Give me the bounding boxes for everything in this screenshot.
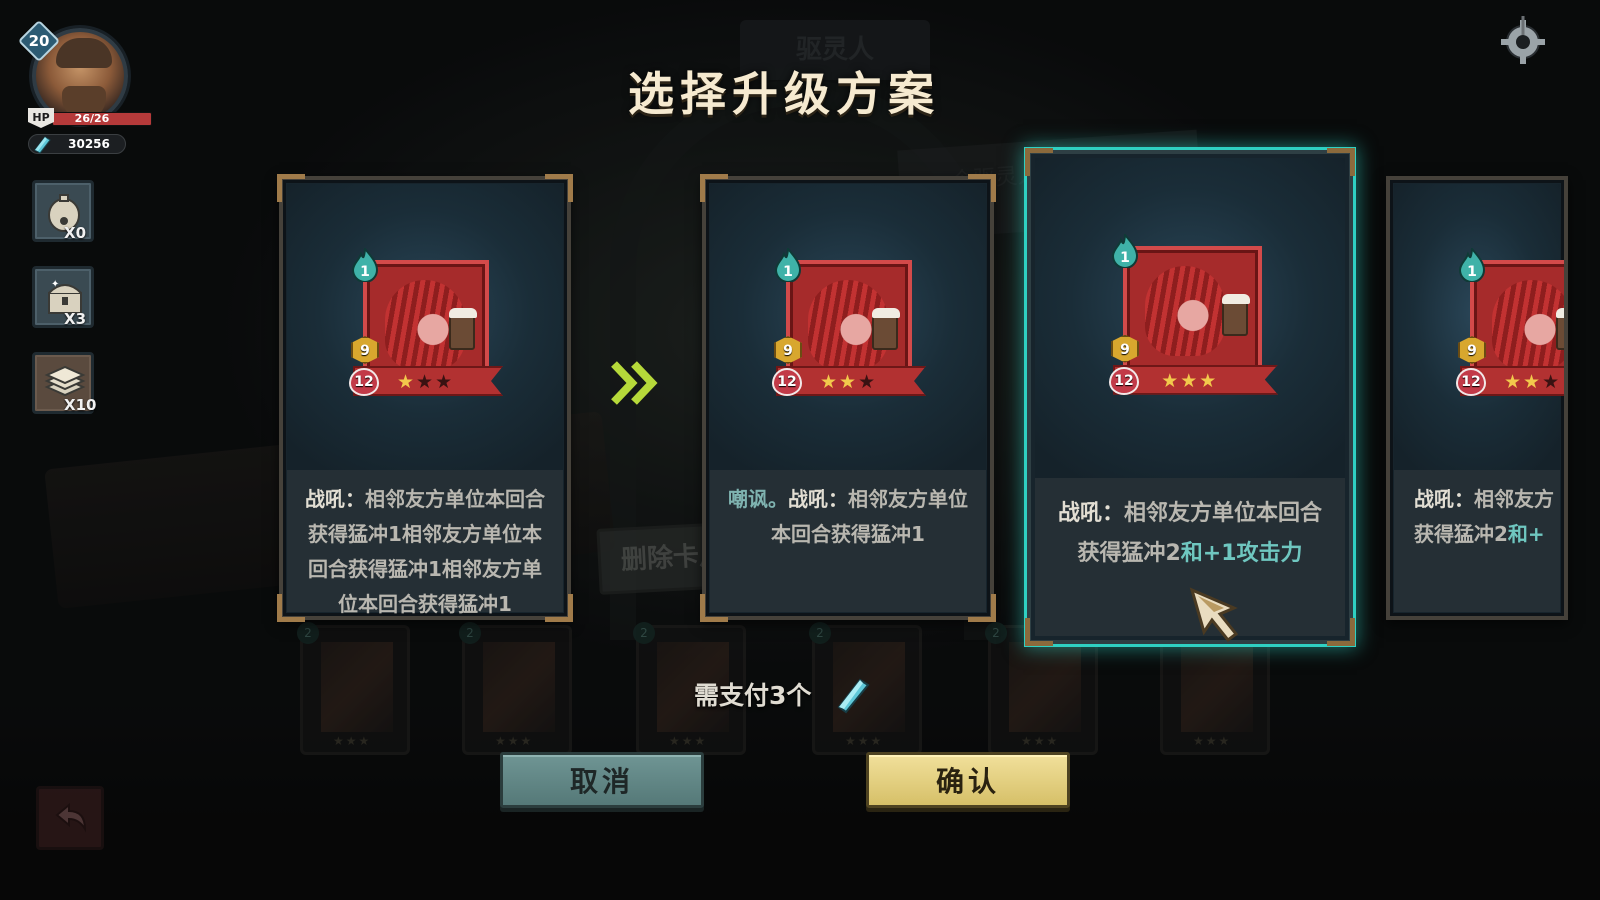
star-rating: ★★★ <box>1161 370 1218 392</box>
health-badge: 12 <box>1456 368 1486 396</box>
star-filled-icon: ★ <box>820 371 840 393</box>
upgrade-card-upgrade-c[interactable]: ★★★ 1 9 12 战吼：相邻友方 获得猛冲2和+ <box>1386 176 1568 620</box>
star-empty-icon: ★ <box>1542 371 1562 393</box>
unit-mug <box>1556 308 1564 350</box>
keyword-battlecry: 战吼： <box>1057 501 1124 526</box>
star-rating: ★★★ <box>820 371 877 393</box>
card-cost: 1 <box>1120 250 1130 266</box>
star-filled-icon: ★ <box>839 371 859 393</box>
star-rating: ★★★ <box>1504 371 1561 393</box>
upgrade-card-current[interactable]: ★★★ 1 9 12 战吼：相邻友方单位本回合获得猛冲1相邻友方单位本回合获得猛冲1相邻… <box>277 174 573 622</box>
star-empty-icon: ★ <box>435 371 455 393</box>
health-badge: 12 <box>1109 366 1139 395</box>
player-level: 20 <box>28 32 50 50</box>
pointer-cursor-icon <box>1189 587 1239 642</box>
unit-mug <box>1221 294 1250 336</box>
keyword-taunt: 嘲讽。 <box>728 487 788 511</box>
star-filled-icon: ★ <box>1180 369 1200 392</box>
currency-amount: 30256 <box>68 137 110 151</box>
card-description: 战吼：相邻友方单位本回合获得猛冲1相邻友方单位本回合获得猛冲1相邻友方单位本回合… <box>305 482 545 622</box>
upgrade-bonus-text: 和+ <box>1507 522 1545 546</box>
inventory-bell-count: X0 <box>64 224 87 242</box>
star-filled-icon: ★ <box>1161 369 1181 392</box>
star-empty-icon: ★ <box>416 371 436 393</box>
inventory-cards-count: X10 <box>64 396 97 414</box>
card-description-area: 战吼：相邻友方获得猛冲2和+ <box>1394 470 1560 612</box>
page-title: 选择升级方案 <box>628 67 940 121</box>
card-description-area: 嘲讽。战吼：相邻友方单位本回合获得猛冲1 <box>710 470 986 612</box>
card-description: 战吼：相邻友方单位本回合获得猛冲2和+1攻击力 <box>1053 494 1327 574</box>
unit-portrait <box>1123 246 1262 385</box>
inventory-chest-count: X3 <box>64 310 87 328</box>
star-filled-icon: ★ <box>397 371 417 393</box>
upgrade-card-upgrade-a[interactable]: ★★★ 1 9 12 嘲讽。战吼：相邻友方单位本回合获得猛冲1 <box>700 174 996 622</box>
card-cost: 1 <box>360 264 370 280</box>
star-empty-icon: ★ <box>858 371 878 393</box>
card-cost: 1 <box>783 264 793 280</box>
crystal-icon <box>837 678 870 714</box>
confirm-button[interactable]: 确认 <box>866 752 1070 808</box>
svg-text:✦: ✦ <box>51 279 59 290</box>
upgrade-arrow-icon <box>611 361 658 405</box>
star-rating: ★★★ <box>397 371 454 393</box>
cancel-button[interactable]: 取消 <box>500 752 704 808</box>
keyword-battlecry: 战吼： <box>1414 487 1474 511</box>
payment-cost: 需支付3个 <box>694 676 884 716</box>
payment-text: 需支付3个 <box>694 681 812 710</box>
keyword-battlecry: 战吼： <box>305 487 365 511</box>
card-description-area: 战吼：相邻友方单位本回合获得猛冲1相邻友方单位本回合获得猛冲1相邻友方单位本回合… <box>287 470 563 616</box>
currency-display: 30256 <box>28 134 126 154</box>
unit-mug <box>872 308 900 350</box>
health-badge: 12 <box>349 368 379 396</box>
keyword-battlecry: 战吼： <box>788 487 848 511</box>
upgrade-bonus-text: 和+1攻击力 <box>1180 541 1303 566</box>
unit-mug <box>449 308 477 350</box>
star-filled-icon: ★ <box>1523 371 1543 393</box>
upgrade-card-upgrade-b[interactable]: ★★★ 1 9 12 战吼：相邻友方单位本回合获得猛冲2和+1攻击力 <box>1025 148 1355 646</box>
back-button[interactable] <box>36 786 104 850</box>
card-description: 战吼：相邻友方获得猛冲2和+ <box>1414 482 1564 552</box>
description-text: 相邻友方 <box>1474 487 1554 511</box>
star-filled-icon: ★ <box>1199 369 1219 392</box>
description-text: 获得猛冲2 <box>1414 522 1508 546</box>
card-description: 嘲讽。战吼：相邻友方单位本回合获得猛冲1 <box>728 482 968 552</box>
unit-face <box>1145 266 1225 356</box>
health-badge: 12 <box>772 368 802 396</box>
crystal-icon <box>34 136 51 154</box>
card-cost: 1 <box>1467 264 1477 280</box>
star-filled-icon: ★ <box>1504 371 1524 393</box>
return-arrow-icon <box>55 802 87 833</box>
